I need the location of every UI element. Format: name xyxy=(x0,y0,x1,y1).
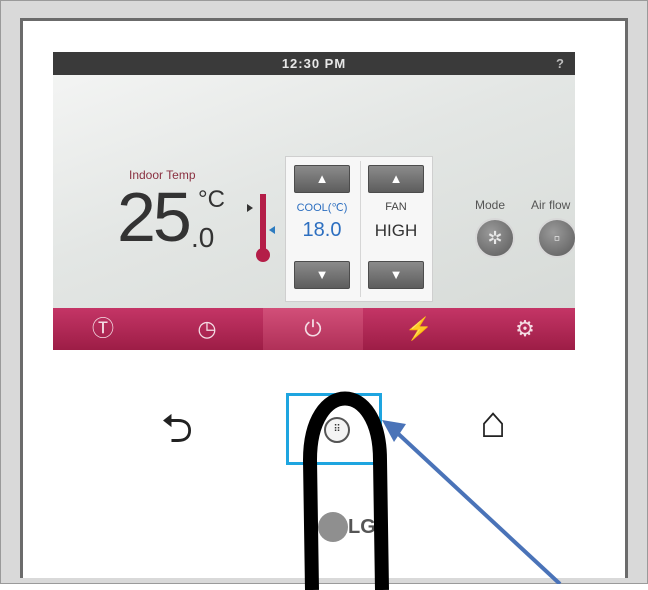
annotation-arrow xyxy=(382,420,562,584)
